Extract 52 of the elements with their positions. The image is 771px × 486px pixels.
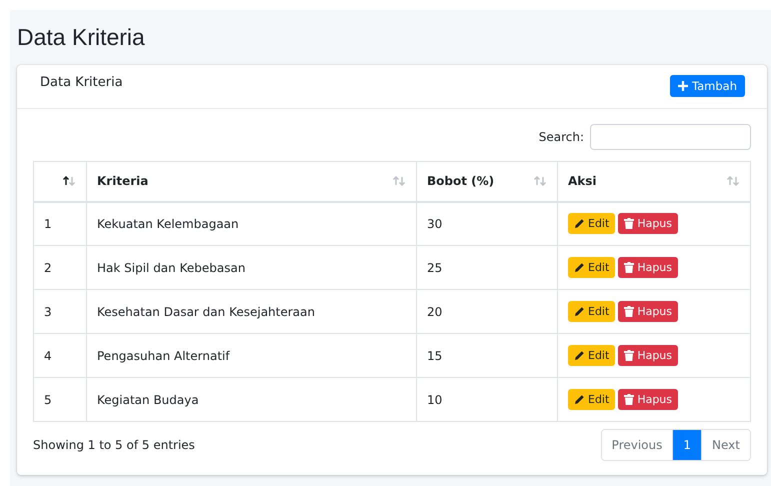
table-cell: Pengasuhan Alternatif bbox=[86, 334, 416, 378]
column-header[interactable]: Bobot (%) bbox=[416, 162, 558, 202]
sort-icon bbox=[392, 176, 406, 186]
table-cell: Kekuatan Kelembagaan bbox=[86, 202, 416, 246]
trash-icon bbox=[624, 262, 634, 273]
table-cell: 4 bbox=[34, 334, 86, 378]
edit-button[interactable]: Edit bbox=[568, 257, 616, 278]
sort-icon bbox=[62, 176, 76, 186]
pencil-icon bbox=[574, 262, 585, 273]
page-title: Data Kriteria bbox=[17, 24, 145, 51]
column-header[interactable]: Kriteria bbox=[86, 162, 416, 202]
table-cell: 20 bbox=[416, 290, 558, 334]
table-cell: 25 bbox=[416, 246, 558, 290]
trash-icon bbox=[624, 394, 634, 405]
search-label: Search: bbox=[538, 130, 584, 144]
column-header[interactable] bbox=[34, 162, 86, 202]
delete-button[interactable]: Hapus bbox=[618, 257, 678, 278]
table-cell: 2 bbox=[34, 246, 86, 290]
table-cell: Kesehatan Dasar dan Kesejahteraan bbox=[86, 290, 416, 334]
edit-button[interactable]: Edit bbox=[568, 213, 616, 234]
page-button[interactable]: 1 bbox=[672, 430, 702, 460]
card-title: Data Kriteria bbox=[40, 75, 123, 90]
sort-icon bbox=[726, 176, 740, 186]
table-cell: Hak Sipil dan Kebebasan bbox=[86, 246, 416, 290]
table-cell: Kegiatan Budaya bbox=[86, 378, 416, 422]
sort-icon bbox=[533, 176, 547, 186]
edit-button[interactable]: Edit bbox=[568, 389, 616, 410]
trash-icon bbox=[624, 350, 634, 361]
delete-button[interactable]: Hapus bbox=[618, 301, 678, 322]
table-cell: 10 bbox=[416, 378, 558, 422]
table-cell: 1 bbox=[34, 202, 86, 246]
table-cell: 3 bbox=[34, 290, 86, 334]
delete-button[interactable]: Hapus bbox=[618, 389, 678, 410]
search-field[interactable] bbox=[590, 124, 751, 150]
table-cell: 15 bbox=[416, 334, 558, 378]
trash-icon bbox=[624, 218, 634, 230]
table-cell: 5 bbox=[34, 378, 86, 422]
table-cell: 30 bbox=[416, 202, 558, 246]
pencil-icon bbox=[574, 394, 585, 405]
entries-info: Showing 1 to 5 of 5 entries bbox=[33, 438, 195, 452]
trash-icon bbox=[624, 306, 634, 317]
column-header[interactable]: Aksi bbox=[558, 162, 750, 202]
pencil-icon bbox=[574, 350, 585, 361]
page-button[interactable]: Next bbox=[701, 430, 750, 460]
edit-button[interactable]: Edit bbox=[568, 345, 616, 366]
pencil-icon bbox=[574, 306, 585, 317]
edit-button[interactable]: Edit bbox=[568, 301, 616, 322]
plus-icon bbox=[678, 81, 688, 91]
pencil-icon bbox=[574, 218, 585, 230]
delete-button[interactable]: Hapus bbox=[618, 213, 678, 234]
delete-button[interactable]: Hapus bbox=[618, 345, 678, 366]
add-button[interactable]: Tambah bbox=[670, 75, 745, 97]
